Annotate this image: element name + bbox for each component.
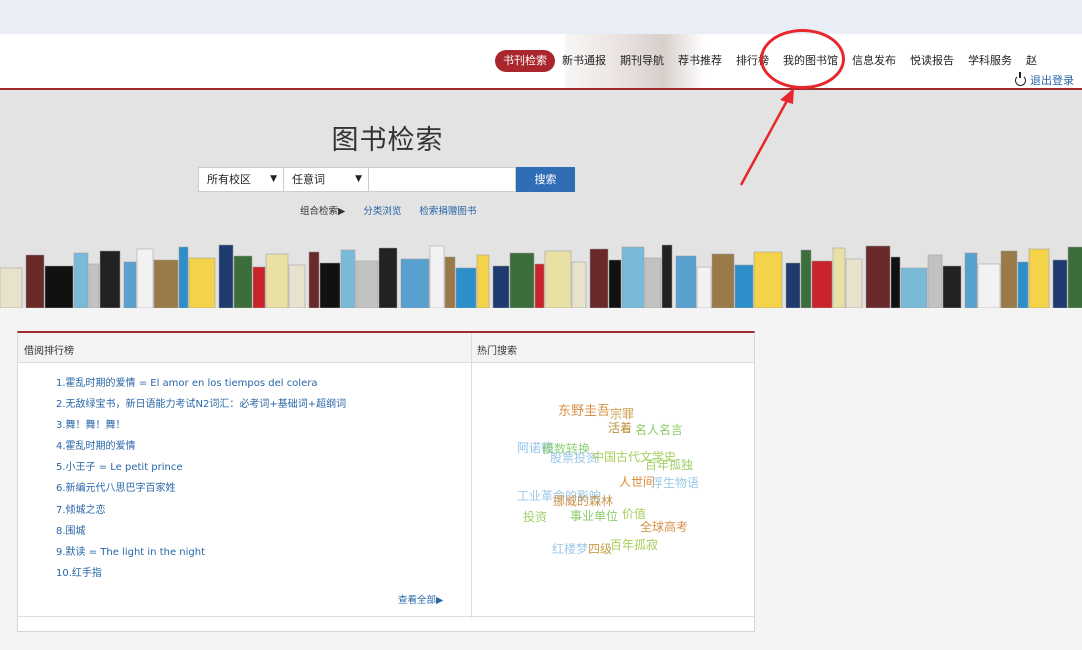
annotation-arrow xyxy=(739,88,794,186)
